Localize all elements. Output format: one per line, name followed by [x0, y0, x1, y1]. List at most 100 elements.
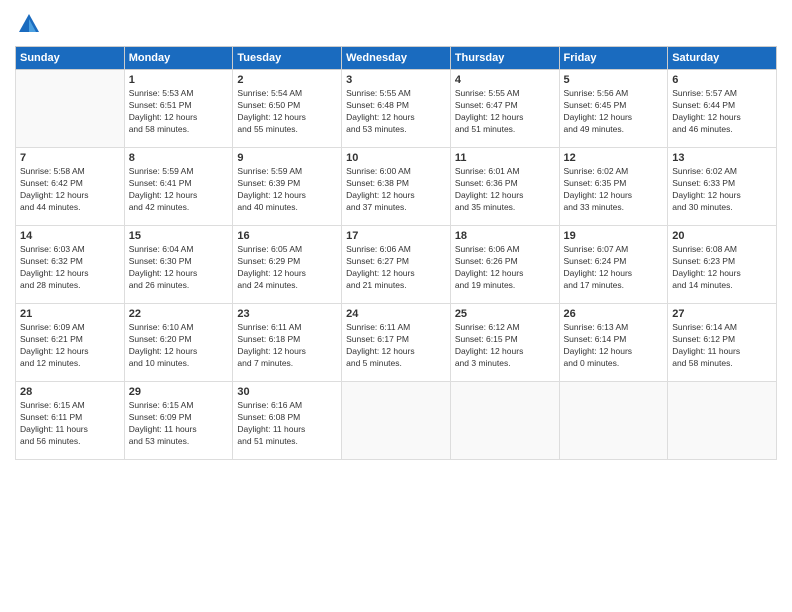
- header-monday: Monday: [124, 47, 233, 70]
- calendar-cell: 16 Sunrise: 6:05 AM Sunset: 6:29 PM Dayli…: [233, 226, 342, 304]
- week-row-3: 21 Sunrise: 6:09 AM Sunset: 6:21 PM Dayli…: [16, 304, 777, 382]
- day-info: Sunrise: 6:09 AM Sunset: 6:21 PM Dayligh…: [20, 322, 120, 370]
- calendar-cell: 1 Sunrise: 5:53 AM Sunset: 6:51 PM Daylig…: [124, 70, 233, 148]
- logo: [15, 10, 47, 38]
- calendar-cell: 3 Sunrise: 5:55 AM Sunset: 6:48 PM Daylig…: [342, 70, 451, 148]
- header-wednesday: Wednesday: [342, 47, 451, 70]
- day-number: 28: [20, 386, 120, 398]
- day-info: Sunrise: 6:12 AM Sunset: 6:15 PM Dayligh…: [455, 322, 555, 370]
- day-info: Sunrise: 5:54 AM Sunset: 6:50 PM Dayligh…: [237, 88, 337, 136]
- week-row-0: 1 Sunrise: 5:53 AM Sunset: 6:51 PM Daylig…: [16, 70, 777, 148]
- day-number: 13: [672, 152, 772, 164]
- day-info: Sunrise: 6:10 AM Sunset: 6:20 PM Dayligh…: [129, 322, 229, 370]
- day-number: 2: [237, 74, 337, 86]
- day-info: Sunrise: 6:06 AM Sunset: 6:26 PM Dayligh…: [455, 244, 555, 292]
- logo-icon: [15, 10, 43, 38]
- day-number: 26: [564, 308, 664, 320]
- day-number: 4: [455, 74, 555, 86]
- calendar-cell: [668, 382, 777, 460]
- day-info: Sunrise: 5:55 AM Sunset: 6:48 PM Dayligh…: [346, 88, 446, 136]
- day-info: Sunrise: 5:59 AM Sunset: 6:39 PM Dayligh…: [237, 166, 337, 214]
- calendar-cell: 25 Sunrise: 6:12 AM Sunset: 6:15 PM Dayli…: [450, 304, 559, 382]
- calendar-cell: 28 Sunrise: 6:15 AM Sunset: 6:11 PM Dayli…: [16, 382, 125, 460]
- calendar-cell: [559, 382, 668, 460]
- calendar-cell: 11 Sunrise: 6:01 AM Sunset: 6:36 PM Dayli…: [450, 148, 559, 226]
- day-number: 6: [672, 74, 772, 86]
- day-number: 21: [20, 308, 120, 320]
- day-number: 15: [129, 230, 229, 242]
- day-info: Sunrise: 5:56 AM Sunset: 6:45 PM Dayligh…: [564, 88, 664, 136]
- header-friday: Friday: [559, 47, 668, 70]
- day-info: Sunrise: 6:15 AM Sunset: 6:09 PM Dayligh…: [129, 400, 229, 448]
- day-info: Sunrise: 6:05 AM Sunset: 6:29 PM Dayligh…: [237, 244, 337, 292]
- calendar-cell: 15 Sunrise: 6:04 AM Sunset: 6:30 PM Dayli…: [124, 226, 233, 304]
- calendar-cell: 30 Sunrise: 6:16 AM Sunset: 6:08 PM Dayli…: [233, 382, 342, 460]
- calendar-cell: 5 Sunrise: 5:56 AM Sunset: 6:45 PM Daylig…: [559, 70, 668, 148]
- week-row-4: 28 Sunrise: 6:15 AM Sunset: 6:11 PM Dayli…: [16, 382, 777, 460]
- header-sunday: Sunday: [16, 47, 125, 70]
- day-info: Sunrise: 6:11 AM Sunset: 6:18 PM Dayligh…: [237, 322, 337, 370]
- calendar-cell: 10 Sunrise: 6:00 AM Sunset: 6:38 PM Dayli…: [342, 148, 451, 226]
- day-info: Sunrise: 6:04 AM Sunset: 6:30 PM Dayligh…: [129, 244, 229, 292]
- calendar-cell: [342, 382, 451, 460]
- day-number: 9: [237, 152, 337, 164]
- day-info: Sunrise: 6:13 AM Sunset: 6:14 PM Dayligh…: [564, 322, 664, 370]
- day-number: 22: [129, 308, 229, 320]
- day-number: 10: [346, 152, 446, 164]
- calendar-cell: 26 Sunrise: 6:13 AM Sunset: 6:14 PM Dayli…: [559, 304, 668, 382]
- day-info: Sunrise: 6:16 AM Sunset: 6:08 PM Dayligh…: [237, 400, 337, 448]
- calendar-table: SundayMondayTuesdayWednesdayThursdayFrid…: [15, 46, 777, 460]
- calendar-body: 1 Sunrise: 5:53 AM Sunset: 6:51 PM Daylig…: [16, 70, 777, 460]
- week-row-1: 7Sunrise: 5:58 AM Sunset: 6:42 PM Daylig…: [16, 148, 777, 226]
- calendar-cell: 18 Sunrise: 6:06 AM Sunset: 6:26 PM Dayli…: [450, 226, 559, 304]
- day-number: 25: [455, 308, 555, 320]
- day-info: Sunrise: 6:03 AM Sunset: 6:32 PM Dayligh…: [20, 244, 120, 292]
- calendar-cell: 24 Sunrise: 6:11 AM Sunset: 6:17 PM Dayli…: [342, 304, 451, 382]
- day-number: 12: [564, 152, 664, 164]
- day-info: Sunrise: 6:02 AM Sunset: 6:35 PM Dayligh…: [564, 166, 664, 214]
- day-info: Sunrise: 5:59 AM Sunset: 6:41 PM Dayligh…: [129, 166, 229, 214]
- day-info: Sunrise: 6:11 AM Sunset: 6:17 PM Dayligh…: [346, 322, 446, 370]
- day-info: Sunrise: 6:00 AM Sunset: 6:38 PM Dayligh…: [346, 166, 446, 214]
- calendar-cell: [16, 70, 125, 148]
- calendar-cell: 4 Sunrise: 5:55 AM Sunset: 6:47 PM Daylig…: [450, 70, 559, 148]
- calendar-cell: 23Sunrise: 6:11 AM Sunset: 6:18 PM Dayli…: [233, 304, 342, 382]
- day-number: 1: [129, 74, 229, 86]
- calendar-cell: 17 Sunrise: 6:06 AM Sunset: 6:27 PM Dayli…: [342, 226, 451, 304]
- day-number: 3: [346, 74, 446, 86]
- day-number: 8: [129, 152, 229, 164]
- day-info: Sunrise: 6:15 AM Sunset: 6:11 PM Dayligh…: [20, 400, 120, 448]
- day-number: 24: [346, 308, 446, 320]
- day-info: Sunrise: 6:14 AM Sunset: 6:12 PM Dayligh…: [672, 322, 772, 370]
- day-number: 20: [672, 230, 772, 242]
- header-thursday: Thursday: [450, 47, 559, 70]
- day-number: 19: [564, 230, 664, 242]
- day-number: 14: [20, 230, 120, 242]
- week-row-2: 14 Sunrise: 6:03 AM Sunset: 6:32 PM Dayli…: [16, 226, 777, 304]
- day-number: 5: [564, 74, 664, 86]
- day-number: 18: [455, 230, 555, 242]
- page-header: [15, 10, 777, 38]
- calendar-cell: 21 Sunrise: 6:09 AM Sunset: 6:21 PM Dayli…: [16, 304, 125, 382]
- calendar-cell: 2 Sunrise: 5:54 AM Sunset: 6:50 PM Daylig…: [233, 70, 342, 148]
- day-info: Sunrise: 6:06 AM Sunset: 6:27 PM Dayligh…: [346, 244, 446, 292]
- calendar-cell: 20Sunrise: 6:08 AM Sunset: 6:23 PM Dayli…: [668, 226, 777, 304]
- calendar-cell: 14 Sunrise: 6:03 AM Sunset: 6:32 PM Dayli…: [16, 226, 125, 304]
- calendar-cell: 13 Sunrise: 6:02 AM Sunset: 6:33 PM Dayli…: [668, 148, 777, 226]
- day-info: Sunrise: 6:02 AM Sunset: 6:33 PM Dayligh…: [672, 166, 772, 214]
- calendar-cell: [450, 382, 559, 460]
- day-info: Sunrise: 5:55 AM Sunset: 6:47 PM Dayligh…: [455, 88, 555, 136]
- calendar-cell: 27Sunrise: 6:14 AM Sunset: 6:12 PM Dayli…: [668, 304, 777, 382]
- day-info: Sunrise: 5:57 AM Sunset: 6:44 PM Dayligh…: [672, 88, 772, 136]
- day-number: 16: [237, 230, 337, 242]
- day-info: Sunrise: 5:53 AM Sunset: 6:51 PM Dayligh…: [129, 88, 229, 136]
- calendar-header-row: SundayMondayTuesdayWednesdayThursdayFrid…: [16, 47, 777, 70]
- day-number: 17: [346, 230, 446, 242]
- day-info: Sunrise: 5:58 AM Sunset: 6:42 PM Dayligh…: [20, 166, 120, 214]
- day-info: Sunrise: 6:01 AM Sunset: 6:36 PM Dayligh…: [455, 166, 555, 214]
- day-number: 11: [455, 152, 555, 164]
- calendar-cell: 9 Sunrise: 5:59 AM Sunset: 6:39 PM Daylig…: [233, 148, 342, 226]
- day-number: 30: [237, 386, 337, 398]
- calendar-cell: 7Sunrise: 5:58 AM Sunset: 6:42 PM Daylig…: [16, 148, 125, 226]
- calendar-cell: 6 Sunrise: 5:57 AM Sunset: 6:44 PM Daylig…: [668, 70, 777, 148]
